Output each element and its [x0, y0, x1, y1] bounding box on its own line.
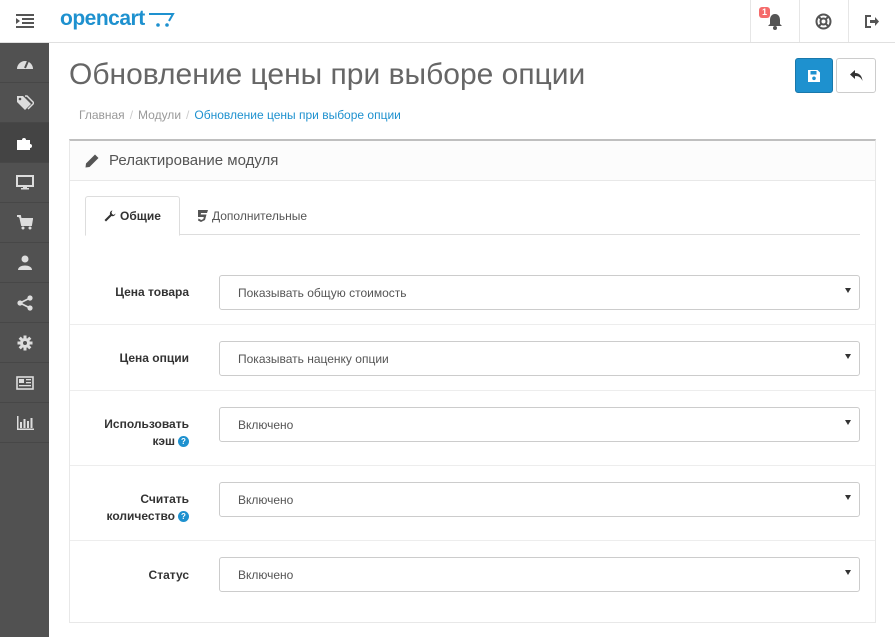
- cache-select-value: Включено: [238, 417, 294, 432]
- tags-icon: [16, 95, 34, 110]
- sidebar-item-design[interactable]: [0, 163, 49, 203]
- option-price-label: Цена опции: [119, 350, 189, 367]
- cache-select[interactable]: Включено: [219, 407, 860, 442]
- count-label-line1: Считать: [140, 492, 189, 506]
- sidebar-item-dashboard[interactable]: [0, 43, 49, 83]
- cache-label-line2: кэш: [152, 434, 175, 448]
- notifications-button[interactable]: 1: [750, 0, 798, 42]
- reply-icon: [849, 70, 862, 81]
- help-question-icon[interactable]: ?: [178, 511, 189, 523]
- caret-down-icon: [845, 354, 851, 359]
- status-label: Статус: [149, 567, 189, 584]
- save-button[interactable]: [795, 58, 833, 93]
- price-label: Цена товара: [115, 284, 189, 301]
- opencart-logo[interactable]: opencart: [60, 4, 175, 34]
- gear-icon: [17, 335, 32, 350]
- count-label-line2: количество: [106, 509, 175, 523]
- sidebar-item-sales[interactable]: [0, 203, 49, 243]
- help-button[interactable]: [799, 0, 847, 42]
- status-select-value: Включено: [238, 567, 294, 582]
- life-ring-icon: [815, 13, 832, 29]
- caret-down-icon: [845, 420, 851, 425]
- form-row-status: Статус Включено: [70, 541, 875, 609]
- panel-title: Релактирование модуля: [109, 152, 279, 169]
- user-icon: [17, 255, 32, 270]
- breadcrumb-home-link[interactable]: Главная: [79, 108, 125, 122]
- tab-additional-label: Дополнительные: [212, 208, 307, 223]
- tabs: Общие Дополнительные: [85, 196, 860, 236]
- newspaper-icon: [15, 375, 34, 390]
- caret-down-icon: [845, 288, 851, 293]
- price-label-text: Цена товара: [115, 285, 189, 299]
- price-select-value: Показывать общую стоимость: [238, 285, 407, 300]
- option-price-select[interactable]: Показывать наценку опции: [219, 341, 860, 376]
- tab-general-label: Общие: [120, 209, 161, 223]
- cancel-button[interactable]: [836, 58, 876, 93]
- pencil-icon: [85, 154, 99, 167]
- sidebar-item-system[interactable]: [0, 323, 49, 363]
- tab-general[interactable]: Общие: [85, 196, 180, 236]
- caret-down-icon: [845, 570, 851, 575]
- breadcrumb-current-link[interactable]: Обновление цены при выборе опции: [194, 108, 401, 122]
- status-label-text: Статус: [148, 568, 189, 582]
- caret-down-icon: [845, 495, 851, 500]
- edit-module-panel: Релактирование модуля Общие Дополнительн…: [69, 139, 876, 623]
- cache-label-line1: Использовать: [104, 417, 189, 431]
- wrench-icon: [104, 210, 116, 222]
- save-icon: [808, 69, 820, 82]
- puzzle-icon: [17, 137, 32, 150]
- cart-logo-icon: [148, 13, 175, 27]
- sidebar-item-reports[interactable]: [0, 403, 49, 443]
- sidebar-item-reports-news[interactable]: [0, 363, 49, 403]
- page-title: Обновление цены при выборе опции: [69, 58, 586, 91]
- sidebar: [0, 43, 49, 637]
- sign-out-icon: [864, 14, 879, 28]
- bar-chart-icon: [16, 415, 34, 430]
- breadcrumb: Главная / Модули / Обновление цены при выбор…: [79, 108, 401, 122]
- css3-icon: [198, 209, 208, 222]
- help-question-icon[interactable]: ?: [178, 436, 189, 448]
- logout-button[interactable]: [848, 0, 895, 42]
- menu-toggle-button[interactable]: [0, 0, 49, 42]
- monitor-icon: [15, 175, 34, 190]
- count-select[interactable]: Включено: [219, 482, 860, 517]
- logo-text: opencart: [60, 7, 145, 30]
- menu-indent-icon: [15, 14, 34, 28]
- share-icon: [16, 294, 33, 311]
- count-label: Считать количество?: [107, 491, 189, 525]
- count-select-value: Включено: [238, 492, 294, 507]
- sidebar-item-extensions[interactable]: [0, 123, 49, 163]
- notification-badge: 1: [759, 7, 771, 18]
- sidebar-item-customers[interactable]: [0, 243, 49, 283]
- panel-heading: Релактирование модуля: [70, 141, 875, 181]
- option-price-label-text: Цена опции: [119, 351, 189, 365]
- status-select[interactable]: Включено: [219, 557, 860, 592]
- shopping-cart-icon: [17, 215, 33, 230]
- dashboard-icon: [16, 60, 33, 69]
- sidebar-item-marketing[interactable]: [0, 283, 49, 323]
- form-row-option-price: Цена опции Показывать наценку опции: [70, 325, 875, 391]
- form-row-count: Считать количество? Включено: [70, 466, 875, 541]
- sidebar-item-catalog[interactable]: [0, 83, 49, 123]
- breadcrumb-modules-link[interactable]: Модули: [138, 108, 181, 122]
- form-row-price: Цена товара Показывать общую стоимость: [70, 259, 875, 325]
- top-header: opencart 1: [0, 0, 895, 43]
- option-price-select-value: Показывать наценку опции: [238, 351, 389, 366]
- price-select[interactable]: Показывать общую стоимость: [219, 275, 860, 310]
- form-row-cache: Использовать кэш? Включено: [70, 391, 875, 466]
- cache-label: Использовать кэш?: [104, 416, 189, 450]
- tab-additional[interactable]: Дополнительные: [197, 196, 307, 235]
